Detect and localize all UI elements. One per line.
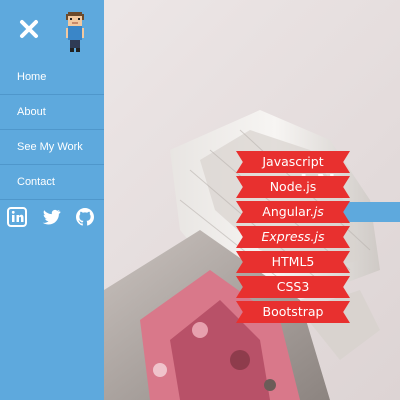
skills-list: Javascript Node.js Angular.js Express.js… (236, 151, 350, 326)
linkedin-icon (7, 207, 27, 227)
nav-item-about[interactable]: About (0, 95, 104, 130)
skill-ribbon-expressjs: Express.js (236, 226, 350, 248)
skill-ribbon-nodejs: Node.js (236, 176, 350, 198)
skill-ribbon-bootstrap: Bootstrap (236, 301, 350, 323)
github-icon (76, 208, 94, 226)
nav-item-contact[interactable]: Contact (0, 165, 104, 200)
pixel-avatar-icon (66, 12, 84, 52)
skill-ribbon-javascript: Javascript (236, 151, 350, 173)
nav-item-see-my-work[interactable]: See My Work (0, 130, 104, 165)
skill-label-angular-suffix: js (313, 204, 324, 219)
twitter-link[interactable] (40, 206, 62, 228)
twitter-icon (42, 209, 61, 225)
social-links (6, 206, 102, 230)
sidebar: Home About See My Work Contact (0, 0, 104, 400)
close-icon (20, 20, 38, 38)
github-link[interactable] (74, 206, 96, 228)
nav-menu: Home About See My Work Contact (0, 60, 104, 200)
skill-ribbon-html5: HTML5 (236, 251, 350, 273)
linkedin-link[interactable] (6, 206, 28, 228)
avatar (64, 12, 86, 52)
skill-ribbon-css3: CSS3 (236, 276, 350, 298)
skill-label-angular: Angular. (262, 204, 314, 219)
nav-item-home[interactable]: Home (0, 60, 104, 95)
close-button[interactable] (18, 18, 40, 40)
skill-ribbon-angularjs: Angular.js (236, 201, 350, 223)
